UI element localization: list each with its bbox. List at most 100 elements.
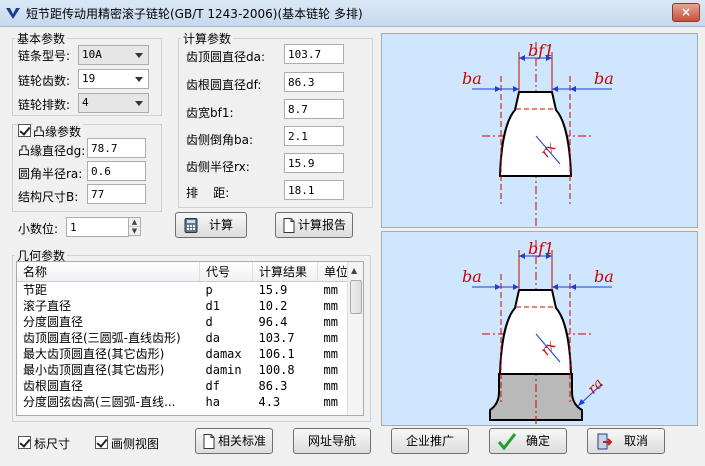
app-logo-icon [6, 8, 20, 19]
cell-name: 节距 [23, 283, 48, 297]
cell-symbol: d1 [205, 299, 220, 313]
cell-name: 滚子直径 [23, 299, 72, 313]
side-view-checkbox[interactable] [95, 436, 108, 449]
column-header-name[interactable]: 名称 [17, 262, 200, 282]
document-icon [203, 434, 215, 449]
ba-label: 齿侧倒角ba: [186, 133, 254, 147]
cell-result: 96.4 [258, 315, 288, 329]
decimals-label: 小数位: [18, 222, 59, 236]
flange-checkbox[interactable] [18, 124, 31, 137]
rx-field[interactable]: 15.9 [284, 153, 344, 173]
chain-model-label: 链条型号: [18, 49, 71, 63]
ba-left-label: ba [462, 267, 482, 286]
bf1-label-bottom: bf1 [528, 239, 554, 258]
row-pitch-field[interactable]: 18.1 [284, 180, 344, 200]
cancel-label: 取消 [623, 434, 648, 448]
cell-symbol: p [205, 283, 213, 297]
tooth-profile-flange-diagram: ba ba bf1 rx ra [382, 232, 697, 425]
rows-label: 链轮排数: [18, 98, 71, 112]
calculate-button[interactable]: 计算 [175, 212, 247, 238]
da-field[interactable]: 103.7 [284, 44, 344, 64]
cell-name: 最大齿顶圆直径(其它齿形) [23, 347, 165, 361]
calculate-label: 计算 [208, 218, 233, 232]
table-row[interactable]: 最大齿顶圆直径(其它齿形) damax 106.1 mm [17, 346, 355, 362]
df-label: 齿根圆直径df: [186, 78, 262, 92]
ra-label: 圆角半径ra: [18, 167, 83, 181]
exit-door-icon [597, 433, 612, 450]
flange-legend: 凸缘参数 [33, 123, 84, 140]
report-button[interactable]: 计算报告 [275, 212, 353, 238]
dg-label: 凸缘直径dg: [18, 144, 86, 158]
geometry-table: 名称 代号 计算结果 单位 节距 p 15.9 mm 滚子直径 d1 10.2 mm 分度圆… [17, 262, 355, 410]
column-header-symbol[interactable]: 代号 [199, 262, 253, 282]
dg-field[interactable]: 78.7 [87, 138, 146, 158]
table-row[interactable]: 齿根圆直径 df 86.3 mm [17, 378, 355, 394]
cell-name: 分度圆弦齿高(三圆弧-直线... [23, 395, 176, 409]
column-header-result[interactable]: 计算结果 [252, 262, 318, 282]
table-row[interactable]: 分度圆直径 d 96.4 mm [17, 314, 355, 330]
ra-field[interactable]: 0.6 [87, 161, 146, 181]
ba-left-label: ba [462, 69, 482, 88]
nav-label: 网址导航 [307, 434, 356, 448]
table-row[interactable]: 滚子直径 d1 10.2 mm [17, 298, 355, 314]
bf1-label: 齿宽bf1: [186, 106, 234, 120]
table-row[interactable]: 节距 p 15.9 mm [17, 282, 355, 299]
da-label: 齿顶圆直径da: [186, 50, 266, 64]
table-row[interactable]: 分度圆弦齿高(三圆弧-直线... ha 4.3 mm [17, 394, 355, 410]
b-label: 结构尺寸B: [18, 190, 79, 204]
window-title: 短节距传动用精密滚子链轮(GB/T 1243-2006)(基本链轮 多排) [26, 7, 363, 21]
decimals-spinner[interactable]: ▲ ▼ [128, 217, 141, 236]
calc-params-legend: 计算参数 [183, 32, 232, 46]
cell-symbol: damin [205, 363, 242, 377]
ok-label: 确定 [525, 434, 550, 448]
cell-result: 4.3 [258, 395, 281, 409]
ba-right-label: ba [594, 267, 614, 286]
table-row[interactable]: 最小齿顶圆直径(其它齿形) damin 100.8 mm [17, 362, 355, 378]
b-field[interactable]: 77 [87, 184, 146, 204]
ba-right-label: ba [594, 69, 614, 88]
decimals-field[interactable]: 1 [66, 217, 129, 237]
cell-result: 103.7 [258, 331, 295, 345]
chain-model-value: 10A [82, 48, 102, 61]
scrollbar-thumb[interactable] [350, 280, 362, 314]
document-icon [283, 218, 295, 233]
scroll-up-icon[interactable]: ▲ [351, 266, 357, 275]
bf1-label-top: bf1 [528, 41, 554, 60]
df-field[interactable]: 86.3 [284, 72, 344, 92]
rows-select[interactable]: 4 [78, 93, 149, 113]
chain-model-select[interactable]: 10A [78, 45, 149, 65]
ok-button[interactable]: 确定 [489, 428, 567, 454]
spin-up-icon[interactable]: ▲ [129, 218, 140, 227]
promo-label: 企业推广 [405, 434, 454, 448]
spin-down-icon[interactable]: ▼ [129, 227, 140, 235]
chevron-down-icon [135, 101, 143, 106]
standards-button[interactable]: 相关标准 [195, 428, 273, 454]
cell-result: 10.2 [258, 299, 288, 313]
table-scrollbar[interactable]: ▲ [347, 262, 363, 415]
dimensions-label: 标尺寸 [34, 437, 71, 451]
teeth-label: 链轮齿数: [18, 74, 71, 88]
table-row[interactable]: 齿顶圆直径(三圆弧-直线齿形) da 103.7 mm [17, 330, 355, 346]
teeth-value: 19 [82, 72, 96, 85]
dimensions-checkbox[interactable] [18, 436, 31, 449]
bottom-figure: ba ba bf1 rx ra [381, 231, 698, 426]
teeth-select[interactable]: 19 [78, 69, 149, 89]
cell-symbol: da [205, 331, 220, 345]
ba-field[interactable]: 2.1 [284, 126, 344, 146]
close-button[interactable]: × [672, 3, 700, 22]
report-label: 计算报告 [297, 218, 346, 232]
tooth-profile-diagram: ba ba bf1 rx [382, 34, 697, 227]
cell-name: 最小齿顶圆直径(其它齿形) [23, 363, 165, 377]
cell-symbol: df [205, 379, 220, 393]
basic-params-legend: 基本参数 [17, 32, 66, 46]
cell-symbol: ha [205, 395, 220, 409]
cell-name: 分度圆直径 [23, 315, 84, 329]
nav-button[interactable]: 网址导航 [293, 428, 371, 454]
bf1-field[interactable]: 8.7 [284, 99, 344, 119]
side-view-label: 画侧视图 [111, 437, 160, 451]
cancel-button[interactable]: 取消 [587, 428, 665, 454]
chevron-down-icon [135, 77, 143, 82]
promo-button[interactable]: 企业推广 [391, 428, 469, 454]
cell-result: 106.1 [258, 347, 295, 361]
pitch-row-label: 排 距: [186, 186, 230, 200]
